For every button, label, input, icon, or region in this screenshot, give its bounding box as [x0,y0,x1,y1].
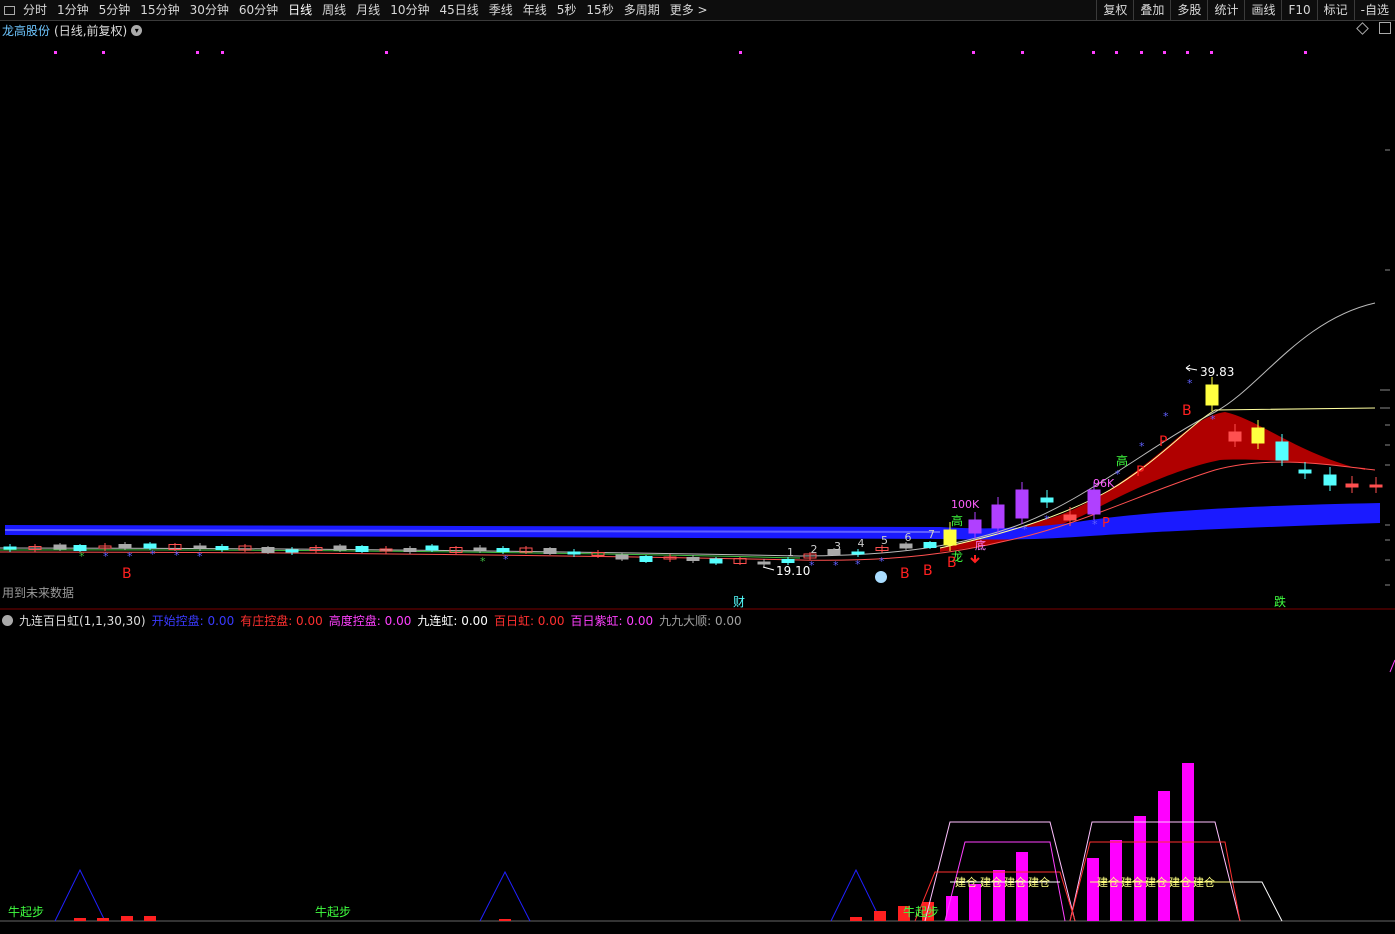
volume-label-100k: 100K [951,498,980,511]
red-bar [74,918,86,921]
signal-label: B [1182,403,1192,419]
red-bar [97,918,109,921]
markers: 39.8319.10100K96K高高底龙B B B BPPBP财 跌1 2 3 4 5 6 7 [122,364,1286,609]
jiancang-label: 建仓 [1028,875,1050,889]
top-dot [1140,51,1143,54]
top-dot [1210,51,1213,54]
top-dot [1021,51,1024,54]
count-label: 7 [928,528,935,541]
count-label: 3 [834,540,841,553]
star-marker: * [1022,523,1028,536]
count-label: 1 [787,546,794,559]
magenta-bar [1134,816,1146,921]
high-arrow-icon [1185,364,1198,372]
top-dot [54,51,57,54]
magenta-bar [1087,858,1099,921]
signal-label: P [1136,464,1144,480]
top-dot [1092,51,1095,54]
gao-label-2: 高 [1116,453,1128,468]
star-marker: * [855,558,861,571]
die-label: 跌 [1274,594,1286,609]
cai-label: 财 [733,595,745,609]
star-marker: * [1092,518,1098,531]
star-marker: * [1163,410,1169,423]
right-axis [1380,149,1390,586]
jiancang-label: 建仓 [1121,875,1143,889]
signal-label-p: P [1102,516,1110,531]
star-marker: * [103,550,109,563]
star-marker: * [127,550,133,563]
niu-label: 牛起步 [8,904,44,919]
top-dot [1186,51,1189,54]
star-marker: * [1115,468,1121,481]
star-marker: * [1187,377,1193,390]
jiancang-label: 建仓 [1097,875,1119,889]
red-bar [144,916,156,921]
triangle [830,868,882,922]
star-marker: * [197,550,203,563]
gao-label: 高 [951,513,963,528]
down-arrow-icon [970,555,980,564]
jiancang-label: 建仓 [980,875,1002,889]
indicator-drawing: 建仓 建仓 建仓 建仓 建仓 建仓 建仓 建仓 建仓牛起步 牛起步 牛起步 [8,659,1395,922]
top-dot [1163,51,1166,54]
star-marker: * [503,553,509,566]
blue-band [5,503,1380,540]
jiancang-label: 建仓 [1004,875,1026,889]
top-dot [1304,51,1307,54]
volume-label-96k: 96K [1093,477,1115,490]
red-bar [121,916,133,921]
star-marker: * [1210,413,1216,426]
jiancang-label: 建仓 [1145,875,1167,889]
triangle [54,868,106,922]
count-label: 6 [905,531,912,544]
red-bar [874,911,886,921]
star-marker: * [174,549,180,562]
top-dots [54,51,1307,54]
star-marker: * [879,555,885,568]
signal-label: B [947,555,957,571]
info-icon [875,571,887,583]
red-bar [499,919,511,921]
triangle [479,870,531,922]
low-price-label: 19.10 [776,564,810,578]
star-marker: * [833,559,839,572]
signal-label: P [1159,434,1167,450]
magenta-bar [969,884,981,921]
jiancang-label: 建仓 [1193,875,1215,889]
count-label: 5 [881,534,888,547]
top-dot [221,51,224,54]
jiancang-label: 建仓 [955,875,977,889]
jiancang-label: 建仓 [1169,875,1191,889]
top-dot [739,51,742,54]
star-marker: * [1044,513,1050,526]
star-marker: * [1139,440,1145,453]
star-marker: * [150,548,156,561]
top-dot [385,51,388,54]
top-dot [102,51,105,54]
di-label: 底 [975,538,986,552]
magenta-bar [1158,791,1170,921]
star-marker: * [480,555,486,568]
red-bar [850,917,862,921]
signal-label: B [923,563,933,579]
count-label: 2 [811,543,818,556]
signal-label: B [122,566,132,582]
niu-label: 牛起步 [903,904,939,919]
star-marker: * [79,550,85,563]
niu-label: 牛起步 [315,904,351,919]
high-price-label: 39.83 [1200,365,1234,379]
top-dot [196,51,199,54]
edge-mark [1389,659,1395,673]
chart-canvas[interactable]: 39.8319.10100K96K高高底龙B B B BPPBP财 跌1 2 3 4 5 6 7 *… [0,0,1395,934]
low-arrow-icon [762,566,775,571]
stars: * * * * * * * * * * * * * * * * * * * * [79,377,1216,572]
signal-label: B [900,566,910,582]
count-label: 4 [858,537,865,550]
top-dot [1115,51,1118,54]
top-dot [972,51,975,54]
star-marker: * [809,559,815,572]
